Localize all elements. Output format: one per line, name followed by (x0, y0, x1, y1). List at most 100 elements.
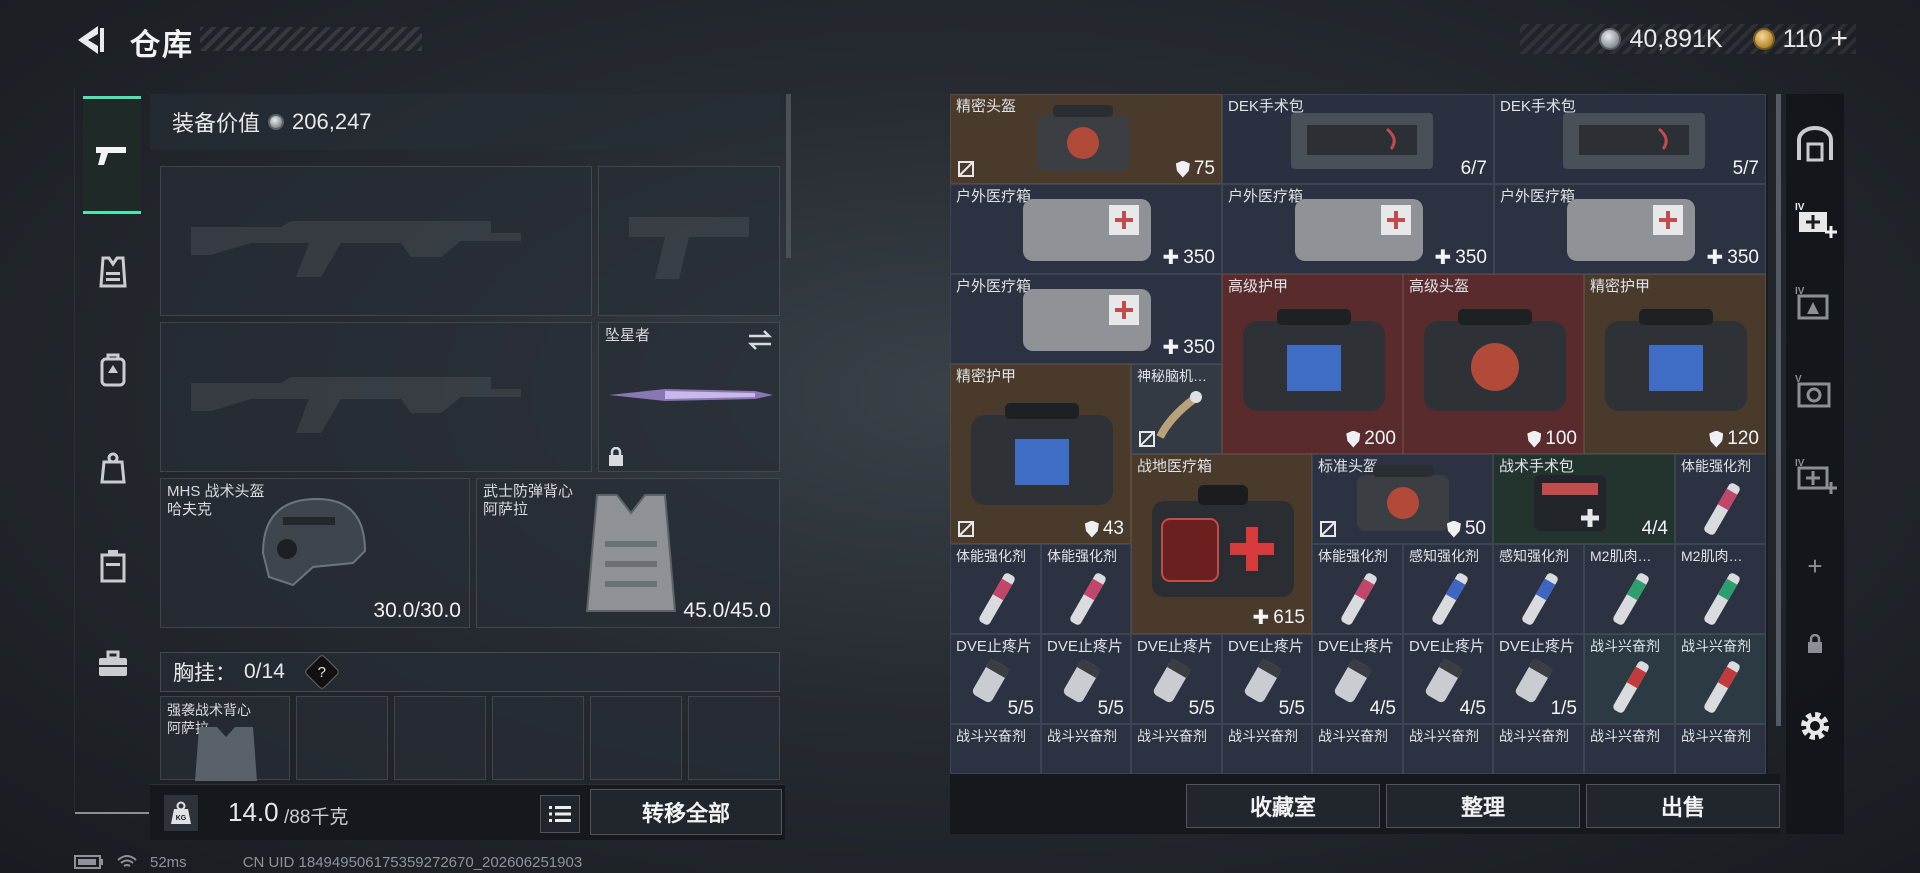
container-v-button[interactable]: V (1786, 362, 1844, 422)
stash-item[interactable]: 户外医疗箱 ✚ 350 (950, 184, 1222, 274)
stash-item[interactable]: DVE止疼片 5/5 (1131, 634, 1222, 724)
equipment-value-header: 装备价值 206,247 (150, 94, 780, 150)
stash-item[interactable]: DVE止疼片 4/5 (1312, 634, 1403, 724)
stash-item[interactable]: 户外医疗箱 ✚ 350 (950, 274, 1222, 364)
safe-button[interactable] (1786, 114, 1844, 174)
collection-room-button[interactable]: 收藏室 (1186, 784, 1380, 828)
stash-item[interactable]: DVE止疼片 5/5 (1222, 634, 1312, 724)
stash-item[interactable]: 精密头盔 75 (950, 94, 1222, 184)
surgery-kit-icon (1291, 113, 1433, 169)
stash-item[interactable]: 精密护甲 120 (1584, 274, 1766, 454)
armor-slot[interactable]: 武士防弹背心 阿萨拉 45.0/45.0 (476, 478, 780, 628)
stash-item[interactable]: 感知强化剂 (1493, 544, 1584, 634)
stash-item[interactable]: 战斗兴奋剂 (1131, 724, 1222, 774)
nav-toolbox[interactable] (85, 636, 141, 692)
stash-item[interactable]: 户外医疗箱 ✚ 350 (1494, 184, 1766, 274)
item-name: 精密护甲 (1590, 278, 1651, 295)
item-value: 6/7 (1460, 158, 1487, 179)
item-name: M2肌肉… (1681, 548, 1743, 564)
sell-button[interactable]: 出售 (1586, 784, 1780, 828)
container-iv-button[interactable]: IV (1786, 274, 1844, 334)
stash-item[interactable]: 神秘脑机… (1131, 364, 1222, 454)
rig-pocket-slot[interactable] (590, 696, 682, 780)
container-iv-add-2-icon: IV (1795, 458, 1837, 494)
stash-item[interactable]: 战斗兴奋剂 (1675, 724, 1766, 774)
stash-item[interactable]: DVE止疼片 4/5 (1403, 634, 1493, 724)
plus-icon: ✚ (1252, 607, 1270, 629)
stash-item[interactable]: DVE止疼片 5/5 (950, 634, 1041, 724)
stash-item[interactable]: 高级头盔 100 (1403, 274, 1584, 454)
list-view-button[interactable] (540, 795, 580, 833)
stash-item[interactable]: M2肌肉… (1675, 544, 1766, 634)
nav-case[interactable] (85, 538, 141, 594)
add-gold-button[interactable]: + (1830, 22, 1848, 56)
swap-icon[interactable] (747, 329, 773, 351)
stash-item[interactable]: 战斗兴奋剂 (1222, 724, 1312, 774)
add-container-button[interactable]: + (1786, 536, 1844, 596)
helmet-label: MHS 战术头盔 哈夫克 (167, 483, 265, 518)
item-name: DVE止疼片 (1318, 638, 1394, 655)
container-iv-add-button[interactable]: IV (1786, 190, 1844, 250)
organize-button[interactable]: 整理 (1386, 784, 1580, 828)
stimulant-syringe-icon (1704, 483, 1740, 535)
stash-item[interactable]: DVE止疼片 5/5 (1041, 634, 1131, 724)
lock-icon (1808, 634, 1822, 653)
stash-item[interactable]: 战斗兴奋剂 (1403, 724, 1493, 774)
item-name: 体能强化剂 (1318, 548, 1388, 564)
rig-pocket-slot[interactable] (492, 696, 584, 780)
plus-icon: ✚ (1434, 247, 1452, 269)
nav-weapons[interactable] (83, 96, 141, 214)
loadout-scrollbar[interactable] (786, 94, 791, 258)
rig-pocket-slot[interactable] (688, 696, 780, 780)
stash-item[interactable]: 标准头盔 50 (1312, 454, 1493, 544)
melee-slot[interactable]: 坠星者 (598, 322, 780, 472)
stash-item[interactable]: 战术手术包 4/4 (1493, 454, 1675, 544)
perception-syringe-icon (1522, 573, 1558, 625)
stash-item[interactable]: 体能强化剂 (1312, 544, 1403, 634)
stash-item[interactable]: DVE止疼片 1/5 (1493, 634, 1584, 724)
plus-icon: ✚ (1162, 247, 1180, 269)
stash-item[interactable]: 高级护甲 200 (1222, 274, 1403, 454)
nav-backpack[interactable] (85, 342, 141, 398)
stash-scrollbar[interactable] (1776, 94, 1781, 726)
helmet-bag-icon (1357, 465, 1449, 531)
rig-pocket-slot[interactable] (394, 696, 486, 780)
stash-item[interactable]: 战斗兴奋剂 (1312, 724, 1403, 774)
stash-item[interactable]: 精密护甲 43 (950, 364, 1131, 544)
stash-item[interactable]: 战斗兴奋剂 (1584, 634, 1675, 724)
nav-divider (75, 812, 149, 814)
stash-item[interactable]: 战地医疗箱 ✚ 615 (1131, 454, 1312, 634)
rig-pocket-slot[interactable] (296, 696, 388, 780)
primary-weapon-slot[interactable] (160, 166, 592, 316)
secondary-weapon-slot[interactable] (598, 166, 780, 316)
stash-item[interactable]: 体能强化剂 (1041, 544, 1131, 634)
armor-shield-icon (1446, 520, 1461, 538)
stash-item[interactable]: 体能强化剂 (1675, 454, 1766, 544)
chest-rig-slot[interactable]: 强袭战术背心 阿萨拉 (160, 696, 290, 781)
container-iv-add-2-button[interactable]: IV (1786, 446, 1844, 506)
settings-button[interactable] (1786, 696, 1844, 756)
stash-item[interactable]: 感知强化剂 (1403, 544, 1493, 634)
item-value: 5/7 (1732, 158, 1759, 179)
stash-item[interactable]: M2肌肉… (1584, 544, 1675, 634)
stash-item[interactable]: 战斗兴奋剂 (950, 724, 1041, 774)
currency-bar: 40,891K 110 + (1520, 22, 1856, 56)
stash-item[interactable]: DEK手术包 6/7 (1222, 94, 1494, 184)
help-button[interactable]: ? (303, 653, 341, 691)
stash-item[interactable]: 体能强化剂 (950, 544, 1041, 634)
nav-pouch[interactable] (85, 440, 141, 496)
stash-item[interactable]: 战斗兴奋剂 (1584, 724, 1675, 774)
armor-bag-icon (1605, 309, 1747, 411)
item-value: 5/5 (1007, 698, 1034, 719)
primary-weapon-slot-2[interactable] (160, 322, 592, 472)
helmet-slot[interactable]: MHS 战术头盔 哈夫克 30.0/30.0 (160, 478, 470, 628)
transfer-all-button[interactable]: 转移全部 (590, 789, 782, 835)
stash-item[interactable]: 战斗兴奋剂 (1675, 634, 1766, 724)
stash-item[interactable]: 战斗兴奋剂 (1041, 724, 1131, 774)
item-value: 75 (1193, 158, 1215, 179)
stash-item[interactable]: 户外医疗箱 ✚ 350 (1222, 184, 1494, 274)
back-button[interactable] (72, 22, 112, 58)
stash-item[interactable]: DEK手术包 5/7 (1494, 94, 1766, 184)
nav-vest[interactable] (85, 244, 141, 300)
stash-item[interactable]: 战斗兴奋剂 (1493, 724, 1584, 774)
